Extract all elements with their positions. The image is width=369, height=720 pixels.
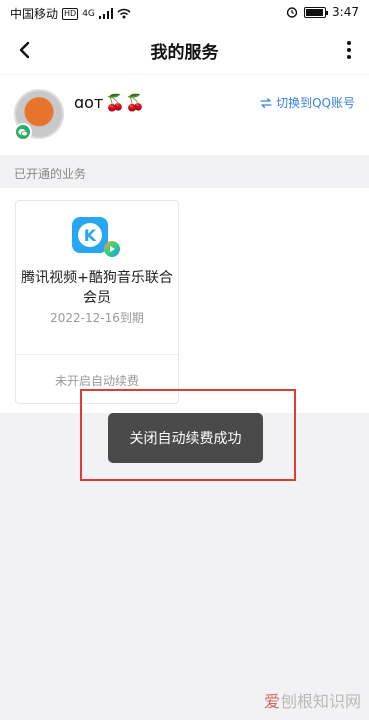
more-dot-icon: [347, 55, 351, 59]
nav-bar: 我的服务: [0, 26, 369, 74]
auto-renew-status[interactable]: 未开启自动续费: [16, 372, 178, 389]
status-bar: 中国移动 HD 4G 3:47: [0, 0, 369, 26]
section-label: 已开通的业务: [14, 167, 87, 181]
signal-icon: [98, 8, 113, 19]
wechat-icon: [14, 123, 32, 141]
profile-section: ɑoᴛ 🍒🍒 切换到QQ账号: [0, 75, 369, 155]
switch-account-link[interactable]: 切换到QQ账号: [260, 94, 355, 111]
more-dot-icon: [347, 41, 351, 45]
status-left: 中国移动 HD 4G: [10, 5, 131, 22]
more-dot-icon: [347, 48, 351, 52]
username: ɑoᴛ 🍒🍒: [74, 93, 145, 112]
status-right: 3:47: [286, 5, 359, 19]
hd-badge: HD: [62, 7, 79, 20]
service-name: 腾讯视频+酷狗音乐联合会员: [21, 270, 173, 306]
watermark-red: 爱: [263, 692, 280, 711]
cherry-icon: 🍒🍒: [105, 93, 146, 112]
page-title: 我的服务: [150, 43, 219, 63]
network-label: 4G: [82, 8, 95, 19]
username-text: ɑoᴛ: [74, 93, 104, 112]
alarm-icon: [286, 7, 298, 18]
watermark: 爱 刨根知识网: [264, 688, 361, 712]
more-options-button[interactable]: [341, 36, 357, 64]
switch-account-label: 切换到QQ账号: [276, 96, 355, 110]
clock: 3:47: [332, 5, 359, 19]
highlight-box: [80, 389, 296, 481]
divider: [16, 354, 178, 355]
services-panel: K 腾讯视频+酷狗音乐联合会员 2022-12-16到期 未开启自动续费: [0, 188, 369, 413]
service-expiry: 2022-12-16到期: [50, 311, 144, 325]
service-card[interactable]: K 腾讯视频+酷狗音乐联合会员 2022-12-16到期 未开启自动续费: [15, 200, 179, 404]
battery-icon: [304, 6, 329, 18]
switch-arrows-icon: [260, 97, 272, 108]
wifi-icon: [117, 8, 131, 19]
carrier-label: 中国移动: [10, 7, 59, 21]
kugou-music-icon: K: [72, 217, 120, 257]
watermark-text: 刨根知识网: [280, 692, 361, 711]
